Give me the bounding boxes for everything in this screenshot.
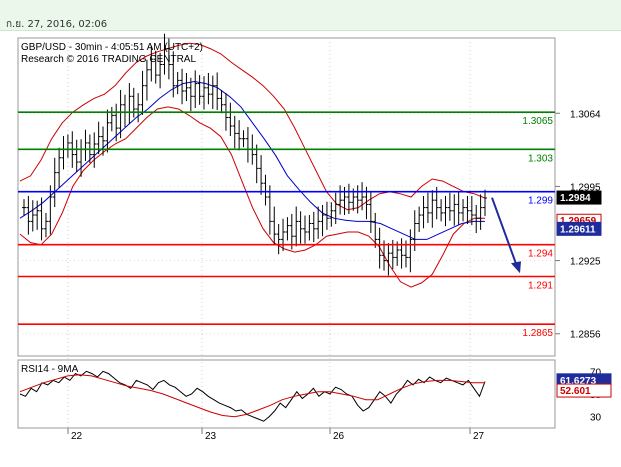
- price-chart[interactable]: 1.3065 1.303 1.299 1.294 1.291 1.2865 1.3064 1…: [0, 0, 621, 467]
- x-tick-label: 26: [333, 431, 345, 442]
- rsi-tag-label: 52.601: [560, 386, 591, 397]
- price-tag-label: 1.29611: [560, 224, 596, 235]
- rsi-tick-label: 30: [590, 413, 602, 424]
- main-panel-frame: [17, 37, 556, 357]
- y-tick-label: 1.2925: [570, 257, 601, 268]
- level-label-1.294: 1.294: [528, 249, 553, 260]
- x-tick-label: 27: [473, 431, 485, 442]
- y-tick-label: 1.2856: [570, 330, 601, 341]
- rsi-panel-frame: [17, 359, 556, 429]
- rsi-ma-line: [19, 374, 485, 418]
- x-tick-label: 23: [205, 431, 217, 442]
- chart-title: GBP/USD - 30min - 4:05:51 AM (UTC+2): [21, 42, 203, 53]
- chart-subtitle: Research © 2016 TRADING CENTRAL: [21, 54, 196, 65]
- price-tag-label: 1.2984: [560, 193, 591, 204]
- level-label-1.299: 1.299: [528, 196, 553, 207]
- level-label-1.3065: 1.3065: [522, 116, 553, 127]
- y-tick-label: 1.3064: [570, 109, 601, 120]
- price-tags: 1.29841.296591.2961161.627352.601: [556, 190, 612, 398]
- rsi-line: [19, 370, 486, 422]
- rsi-title: RSI14 - 9MA: [21, 364, 79, 375]
- bollinger-lower: [19, 106, 485, 288]
- level-label-1.2865: 1.2865: [522, 328, 553, 339]
- forecast-arrow-head: [511, 261, 521, 274]
- x-axis-ticks: 22 23 26 27: [67, 428, 485, 442]
- level-label-1.291: 1.291: [528, 281, 553, 292]
- forecast-arrow: [491, 197, 521, 274]
- level-label-1.303: 1.303: [528, 153, 553, 164]
- forecast-arrow-shaft: [491, 197, 519, 270]
- x-tick-label: 22: [71, 431, 83, 442]
- bollinger-upper: [19, 42, 486, 211]
- rsi-lines: [19, 370, 486, 422]
